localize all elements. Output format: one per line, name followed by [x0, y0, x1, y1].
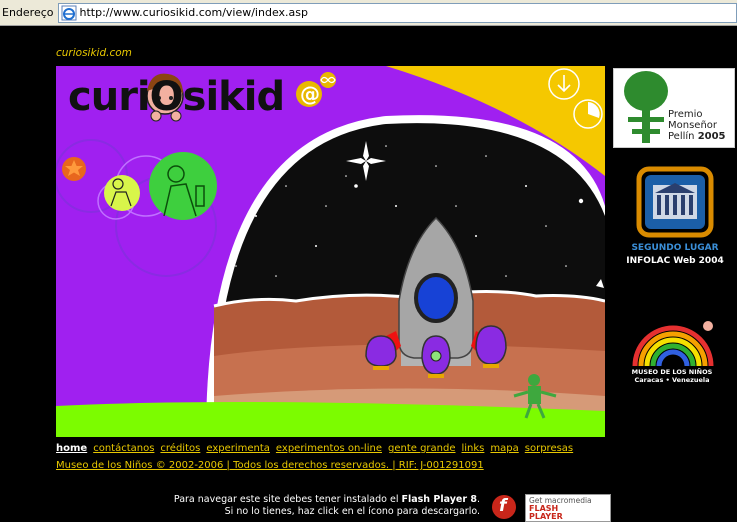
- flash-note-version: Flash Player 8: [401, 494, 477, 505]
- site-logo[interactable]: curiOsikid: [68, 74, 285, 120]
- at-icon[interactable]: @: [296, 81, 322, 107]
- museo-rainbow-logo[interactable]: [630, 318, 720, 368]
- infolac-title: INFOLAC Web 2004: [626, 256, 724, 266]
- ie-page-icon: [61, 5, 77, 21]
- nav-experimentos-online[interactable]: experimentos on-line: [276, 443, 382, 454]
- address-bar: Endereço http://www.curiosikid.com/view/…: [0, 0, 737, 26]
- flash-stage[interactable]: @ curiOsikid: [56, 66, 605, 437]
- flash-requirement-note: Para navegar este site debes tener insta…: [150, 494, 480, 518]
- nav-links[interactable]: links: [462, 443, 485, 454]
- get-flash-line3: PLAYER: [529, 512, 563, 521]
- copyright-link[interactable]: Museo de los Niños © 2002-2006 | Todos l…: [56, 460, 484, 471]
- nav-home[interactable]: home: [56, 443, 87, 454]
- address-url: http://www.curiosikid.com/view/index.asp: [79, 6, 308, 19]
- star-icon[interactable]: [62, 157, 86, 181]
- get-flash-player-button[interactable]: Get macromedia FLASH PLAYER: [525, 494, 611, 522]
- address-input[interactable]: http://www.curiosikid.com/view/index.asp: [57, 2, 737, 23]
- museo-text: MUSEO DE LOS NIÑOS Caracas • Venezuela: [622, 368, 722, 384]
- premio-line2: Monseñor: [668, 120, 718, 131]
- flash-note-line2: Si no lo tienes, haz click en el ícono p…: [224, 506, 480, 517]
- museo-line2: Caracas • Venezuela: [634, 376, 710, 384]
- nav-contactanos[interactable]: contáctanos: [93, 443, 154, 454]
- scientist-icon[interactable]: [149, 152, 217, 220]
- nav-creditos[interactable]: créditos: [160, 443, 200, 454]
- museo-line1: MUSEO DE LOS NIÑOS: [631, 368, 713, 376]
- nav-experimenta[interactable]: experimenta: [206, 443, 270, 454]
- svg-text:@: @: [300, 82, 320, 106]
- flash-note-suffix: .: [476, 494, 480, 505]
- infolac-logo[interactable]: [635, 165, 715, 241]
- premio-monsenor-pellin-award[interactable]: Premio Monseñor Pellín 2005: [613, 68, 735, 148]
- main-nav: home contáctanos créditos experimenta ex…: [56, 443, 573, 454]
- infinity-icon[interactable]: [320, 72, 336, 88]
- premio-text: Premio Monseñor Pellín 2005: [668, 109, 726, 142]
- flash-note-prefix: Para navegar este site debes tener insta…: [173, 494, 402, 505]
- premio-line3: Pellín: [668, 131, 695, 142]
- kid-reading-icon[interactable]: [104, 175, 140, 211]
- premio-year: 2005: [697, 131, 726, 142]
- address-label: Endereço: [2, 6, 54, 19]
- site-tagline: curiosikid.com: [56, 47, 132, 59]
- premio-line1: Premio: [668, 109, 703, 120]
- infolac-rank: SEGUNDO LUGAR: [631, 243, 719, 253]
- nav-sorpresas[interactable]: sorpresas: [525, 443, 573, 454]
- nav-gente-grande[interactable]: gente grande: [388, 443, 456, 454]
- flash-player-icon[interactable]: [492, 495, 516, 519]
- nav-mapa[interactable]: mapa: [490, 443, 518, 454]
